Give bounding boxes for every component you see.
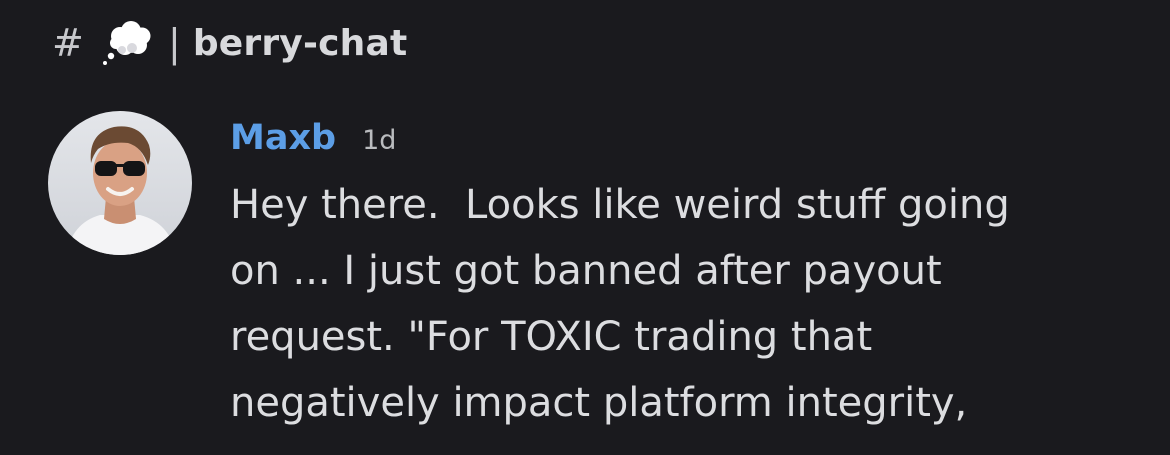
channel-hash-icon: # xyxy=(52,21,84,65)
chat-message[interactable]: Maxb 1d Hey there. Looks like weird stuf… xyxy=(230,118,1130,436)
message-header: Maxb 1d xyxy=(230,118,1130,170)
channel-header[interactable]: # | berry-chat xyxy=(52,18,407,68)
channel-divider: | xyxy=(168,21,181,65)
thought-balloon-icon xyxy=(98,18,160,68)
message-line: on ... I just got banned after payout xyxy=(230,248,942,294)
message-line: negatively impact platform integrity, xyxy=(230,380,968,426)
author-avatar[interactable] xyxy=(48,111,192,255)
message-body: Hey there. Looks like weird stuff going … xyxy=(230,172,1130,436)
message-timestamp: 1d xyxy=(362,125,397,156)
channel-name[interactable]: berry-chat xyxy=(193,23,408,64)
author-name[interactable]: Maxb xyxy=(230,118,336,158)
message-line: Hey there. Looks like weird stuff going xyxy=(230,182,1010,228)
message-line: request. "For TOXIC trading that xyxy=(230,314,873,360)
